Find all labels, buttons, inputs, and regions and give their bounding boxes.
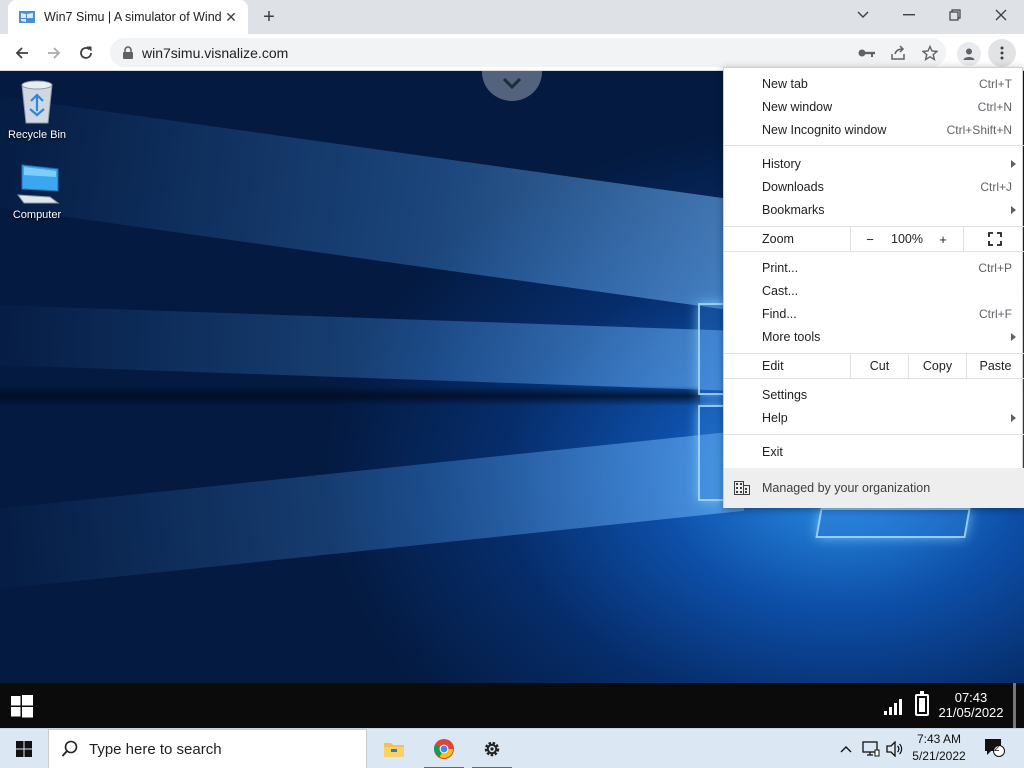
light-beam — [0, 92, 748, 311]
dark-band — [0, 386, 700, 406]
menu-separator — [724, 434, 1024, 435]
tab-title: Win7 Simu | A simulator of Windo — [44, 10, 222, 24]
simulator-time: 07:43 — [954, 690, 988, 705]
url-text[interactable]: win7simu.visnalize.com — [142, 45, 288, 61]
computer-icon — [16, 164, 60, 204]
menu-item-new-window[interactable]: New window Ctrl+N — [724, 95, 1024, 118]
desktop-icon-computer[interactable]: Computer — [0, 163, 74, 221]
tab-search-chevron-icon[interactable] — [840, 0, 886, 30]
windows-logo-icon — [16, 741, 32, 757]
reload-button[interactable] — [72, 39, 100, 67]
chrome-main-menu: New tab Ctrl+T New window Ctrl+N New Inc… — [723, 67, 1024, 508]
windows-logo-pane — [815, 508, 971, 538]
key-icon[interactable] — [853, 39, 881, 67]
notification-count: 2 — [994, 743, 1000, 754]
zoom-in-button[interactable]: + — [925, 232, 961, 247]
host-time: 7:43 AM — [916, 732, 962, 746]
menu-item-downloads[interactable]: Downloads Ctrl+J — [724, 175, 1024, 198]
menu-item-incognito[interactable]: New Incognito window Ctrl+Shift+N — [724, 118, 1024, 141]
menu-item-print[interactable]: Print... Ctrl+P — [724, 256, 1024, 279]
volume-icon[interactable] — [884, 739, 906, 759]
light-beam — [0, 431, 745, 593]
menu-item-cast[interactable]: Cast... — [724, 279, 1024, 302]
lock-icon[interactable] — [122, 45, 134, 60]
search-icon — [61, 740, 78, 757]
desktop-icon-recycle-bin[interactable]: Recycle Bin — [0, 79, 74, 141]
chrome-taskbar-button[interactable] — [421, 729, 467, 768]
minimize-button[interactable] — [886, 0, 932, 30]
fullscreen-button[interactable] — [963, 227, 1024, 251]
zoom-out-button[interactable]: − — [851, 232, 889, 247]
bookmark-star-icon[interactable] — [916, 39, 944, 67]
windows-start-icon[interactable] — [10, 694, 34, 718]
menu-item-more-tools[interactable]: More tools — [724, 325, 1024, 348]
network-icon[interactable] — [860, 739, 882, 759]
cut-button[interactable]: Cut — [850, 354, 908, 378]
host-clock[interactable]: 7:43 AM 5/21/2022 — [908, 731, 970, 765]
show-hidden-icons-chevron-icon[interactable] — [838, 739, 854, 759]
fullscreen-icon — [987, 232, 1002, 246]
menu-separator — [724, 145, 1024, 146]
profile-avatar[interactable] — [957, 42, 981, 66]
desktop-icon-label: Computer — [12, 209, 62, 221]
search-placeholder: Type here to search — [89, 740, 222, 758]
light-beam — [0, 303, 742, 391]
restore-button[interactable] — [932, 0, 978, 30]
pull-down-handle[interactable] — [482, 71, 542, 101]
address-bar[interactable]: win7simu.visnalize.com — [110, 38, 946, 67]
host-start-button[interactable] — [0, 729, 48, 768]
scrollbar[interactable] — [1013, 683, 1016, 728]
windows-favicon-icon — [19, 11, 35, 23]
paste-button[interactable]: Paste — [966, 354, 1024, 378]
recycle-bin-icon — [21, 80, 53, 124]
back-button[interactable] — [8, 39, 36, 67]
menu-item-bookmarks[interactable]: Bookmarks — [724, 198, 1024, 221]
menu-item-new-tab[interactable]: New tab Ctrl+T — [724, 72, 1024, 95]
chevron-down-icon — [502, 77, 522, 89]
menu-row-zoom: Zoom − 100% + — [724, 227, 1024, 251]
settings-taskbar-button[interactable] — [469, 729, 515, 768]
gear-icon — [484, 741, 500, 757]
submenu-arrow-icon — [1011, 205, 1016, 214]
chrome-menu-button[interactable] — [988, 39, 1016, 67]
menu-item-exit[interactable]: Exit — [724, 440, 1024, 463]
simulator-date: 21/05/2022 — [938, 705, 1004, 720]
menu-item-history[interactable]: History — [724, 152, 1024, 175]
managed-by-organization[interactable]: Managed by your organization — [724, 468, 1024, 508]
browser-toolbar: win7simu.visnalize.com — [0, 34, 1024, 71]
managed-text: Managed by your organization — [762, 481, 931, 495]
zoom-level: 100% — [891, 232, 923, 246]
battery-icon[interactable] — [915, 691, 929, 716]
menu-separator — [724, 251, 1024, 252]
signal-bars-icon[interactable] — [884, 697, 906, 715]
close-window-button[interactable] — [978, 0, 1024, 30]
file-explorer-button[interactable] — [371, 729, 417, 768]
new-tab-button[interactable]: + — [258, 6, 280, 28]
chrome-icon — [434, 739, 454, 759]
share-icon[interactable] — [884, 39, 912, 67]
host-taskbar: Type here to search 7:43 AM 5/21/2022 2 — [0, 728, 1024, 768]
simulator-taskbar: 07:43 21/05/2022 — [0, 683, 1024, 728]
forward-button[interactable] — [40, 39, 68, 67]
desktop-icon-label: Recycle Bin — [7, 129, 67, 141]
building-icon — [734, 481, 750, 495]
tab-strip: Win7 Simu | A simulator of Windo ✕ + — [0, 0, 1024, 34]
menu-row-edit: Edit Cut Copy Paste — [724, 354, 1024, 378]
submenu-arrow-icon — [1011, 332, 1016, 341]
menu-item-settings[interactable]: Settings — [724, 383, 1024, 406]
menu-item-help[interactable]: Help — [724, 406, 1024, 429]
submenu-arrow-icon — [1011, 413, 1016, 422]
menu-item-find[interactable]: Find... Ctrl+F — [724, 302, 1024, 325]
menu-separator — [724, 378, 1024, 379]
copy-button[interactable]: Copy — [908, 354, 966, 378]
folder-icon — [384, 743, 404, 757]
taskbar-search-box[interactable]: Type here to search — [48, 729, 367, 768]
notification-center-button[interactable]: 2 — [980, 737, 1008, 757]
browser-tab[interactable]: Win7 Simu | A simulator of Windo ✕ — [8, 0, 248, 34]
simulator-clock[interactable]: 07:43 21/05/2022 — [936, 690, 1006, 720]
tab-close-icon[interactable]: ✕ — [222, 8, 240, 26]
submenu-arrow-icon — [1011, 159, 1016, 168]
host-date: 5/21/2022 — [912, 749, 966, 763]
zoom-controls: − 100% + — [850, 227, 1024, 251]
